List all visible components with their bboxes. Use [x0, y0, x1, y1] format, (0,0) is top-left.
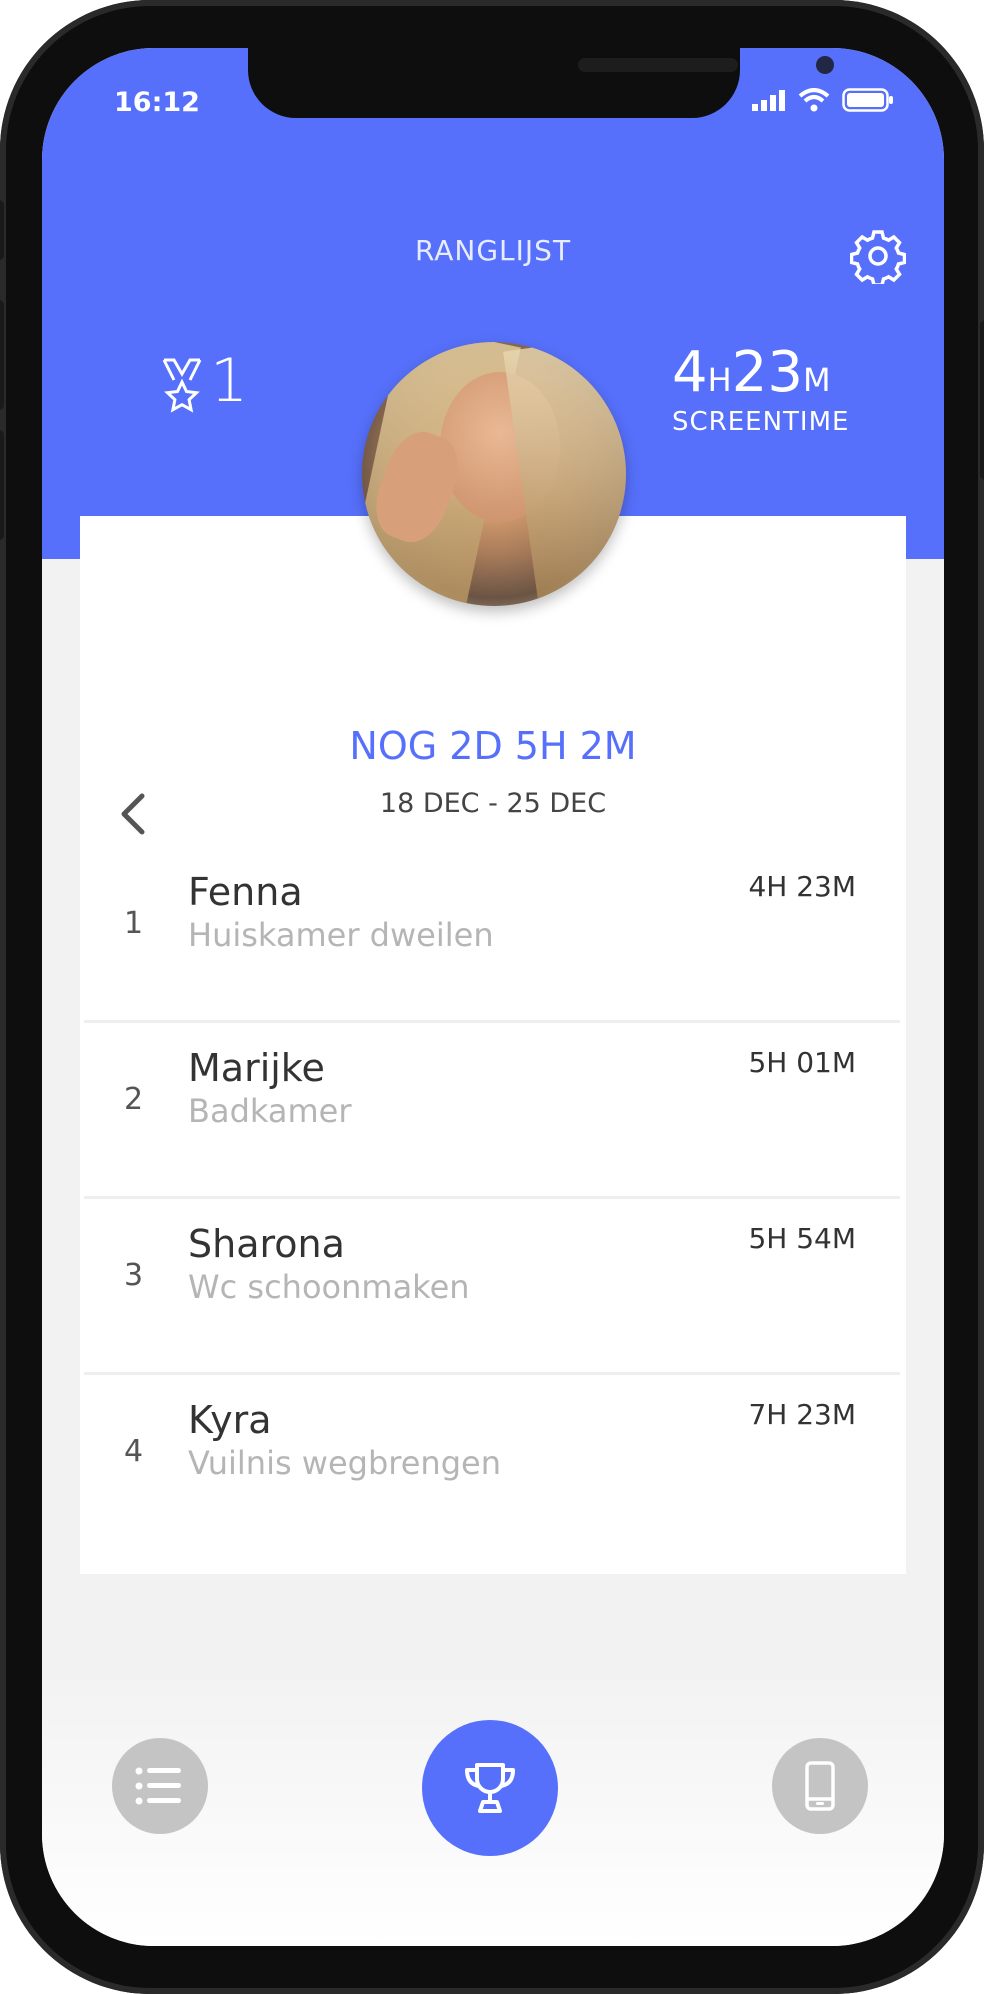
screentime-minutes-unit: M [802, 361, 831, 399]
nav-trophy-button[interactable] [422, 1720, 558, 1856]
screentime-hours-unit: H [707, 361, 732, 399]
screentime-value: 4H23M [672, 344, 912, 409]
leaderboard-row[interactable]: 1 Fenna Huiskamer dweilen 4H 23M [84, 848, 900, 1023]
leaderboard-row[interactable]: 3 Sharona Wc schoonmaken 5H 54M [84, 1200, 900, 1375]
gear-icon[interactable] [850, 228, 906, 284]
mute-switch [0, 200, 4, 260]
row-task: Vuilnis wegbrengen [188, 1444, 501, 1482]
notch [248, 48, 834, 118]
row-task: Wc schoonmaken [188, 1268, 470, 1306]
screentime-minutes: 23 [731, 340, 803, 405]
row-name: Kyra [188, 1398, 272, 1442]
row-time: 7H 23M [748, 1398, 856, 1431]
row-time: 5H 54M [748, 1222, 856, 1255]
nav-list-button[interactable] [112, 1738, 208, 1834]
screentime-label: SCREENTIME [672, 407, 850, 437]
countdown: NOG 2D 5H 2M [349, 724, 637, 768]
phone-frame: 16:12 RANGLIJST 1 4H23M SCREENTIME NOG 2… [0, 0, 984, 1994]
avatar[interactable] [362, 342, 626, 606]
row-rank: 4 [124, 1434, 144, 1469]
screen: 16:12 RANGLIJST 1 4H23M SCREENTIME NOG 2… [42, 48, 944, 1946]
wifi-icon [798, 88, 830, 112]
leaderboard-row[interactable]: 4 Kyra Vuilnis wegbrengen 7H 23M [84, 1376, 900, 1548]
nav-phone-button[interactable] [772, 1738, 868, 1834]
row-name: Marijke [188, 1046, 325, 1090]
row-rank: 3 [124, 1258, 144, 1293]
row-time: 4H 23M [748, 870, 856, 903]
row-task: Badkamer [188, 1092, 352, 1130]
rank-number: 1 [210, 346, 249, 416]
leaderboard-row[interactable]: 2 Marijke Badkamer 5H 01M [84, 1024, 900, 1199]
status-icons [752, 88, 894, 112]
medal-icon [162, 358, 202, 413]
list-icon [135, 1767, 181, 1805]
row-name: Sharona [188, 1222, 345, 1266]
screentime-hours: 4 [672, 340, 708, 405]
row-time: 5H 01M [748, 1046, 856, 1079]
volume-up-button [0, 300, 4, 410]
screentime-summary: 4H23M SCREENTIME [672, 344, 912, 438]
date-range: 18 DEC - 25 DEC [379, 788, 607, 819]
speaker [578, 58, 738, 72]
battery-icon [842, 88, 893, 112]
front-camera [816, 56, 834, 74]
page-title: RANGLIJST [414, 234, 572, 267]
row-rank: 1 [124, 906, 144, 941]
volume-down-button [0, 430, 4, 540]
signal-icon [752, 90, 785, 111]
status-time: 16:12 [114, 87, 200, 118]
power-button [980, 320, 984, 480]
phone-icon [805, 1761, 835, 1811]
row-rank: 2 [124, 1082, 144, 1117]
row-name: Fenna [188, 870, 303, 914]
trophy-icon [465, 1763, 515, 1813]
row-task: Huiskamer dweilen [188, 916, 494, 954]
